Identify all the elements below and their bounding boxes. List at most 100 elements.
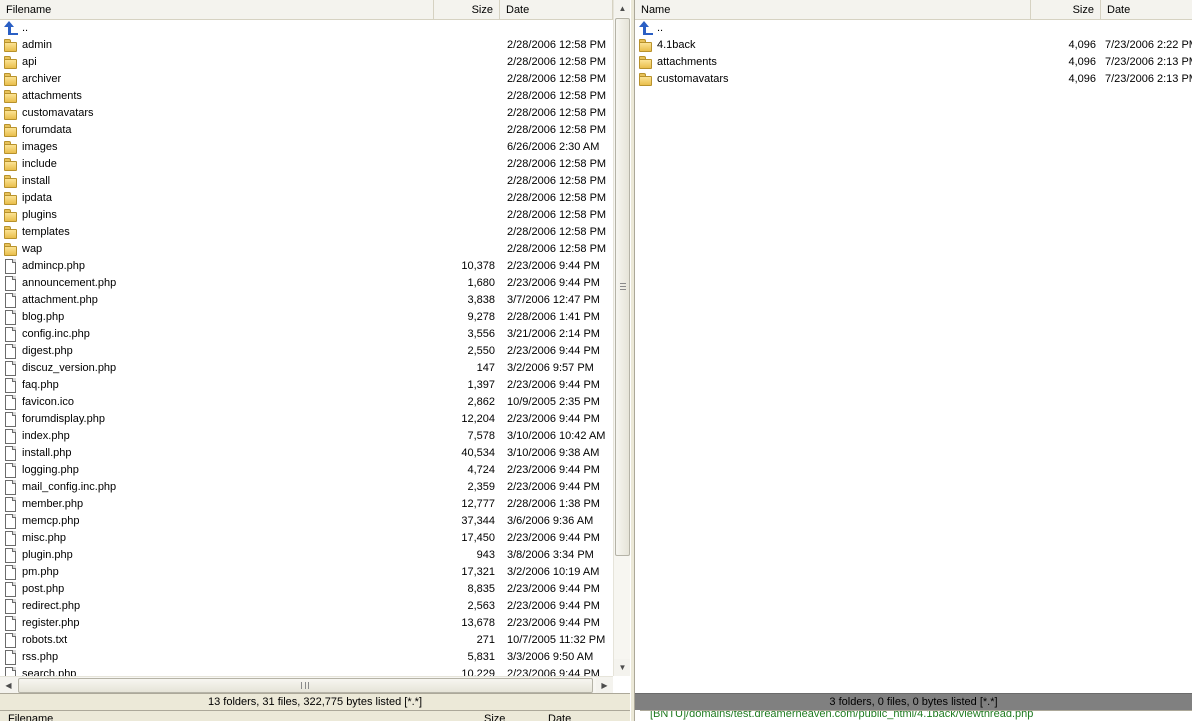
file-row[interactable]: pm.php 17,321 3/2/2006 10:19 AM xyxy=(0,564,613,581)
folder-row[interactable]: ipdata 2/28/2006 12:58 PM xyxy=(0,190,613,207)
file-icon xyxy=(3,446,19,461)
item-size: 3,556 xyxy=(467,328,495,340)
item-name: admincp.php xyxy=(22,260,85,272)
file-row[interactable]: misc.php 17,450 2/23/2006 9:44 PM xyxy=(0,530,613,547)
file-row[interactable]: mail_config.inc.php 2,359 2/23/2006 9:44 P… xyxy=(0,479,613,496)
item-date: 3/10/2006 10:42 AM xyxy=(507,430,606,442)
local-header-size[interactable]: Size xyxy=(434,0,500,20)
folder-row[interactable]: customavatars 4,096 7/23/2006 2:13 PM xyxy=(635,71,1192,88)
scroll-thumb[interactable] xyxy=(615,18,630,556)
item-size: 12,777 xyxy=(461,498,495,510)
file-row[interactable]: redirect.php 2,563 2/23/2006 9:44 PM xyxy=(0,598,613,615)
scroll-left-button[interactable]: ◀ xyxy=(0,677,17,694)
file-row[interactable]: index.php 7,578 3/10/2006 10:42 AM xyxy=(0,428,613,445)
folder-icon xyxy=(638,72,654,87)
folder-row[interactable]: customavatars 2/28/2006 12:58 PM xyxy=(0,105,613,122)
item-name: api xyxy=(22,56,37,68)
folder-icon xyxy=(3,106,19,121)
item-date: 2/23/2006 9:44 PM xyxy=(507,617,600,629)
file-icon xyxy=(3,599,19,614)
file-row[interactable]: admincp.php 10,378 2/23/2006 9:44 PM xyxy=(0,258,613,275)
local-horizontal-scrollbar[interactable]: ◀ ▶ xyxy=(0,676,613,694)
folder-row[interactable]: forumdata 2/28/2006 12:58 PM xyxy=(0,122,613,139)
folder-row[interactable]: attachments 4,096 7/23/2006 2:13 PM xyxy=(635,54,1192,71)
file-row[interactable]: rss.php 5,831 3/3/2006 9:50 AM xyxy=(0,649,613,666)
file-row[interactable]: memcp.php 37,344 3/6/2006 9:36 AM xyxy=(0,513,613,530)
folder-row[interactable]: attachments 2/28/2006 12:58 PM xyxy=(0,88,613,105)
item-date: 2/28/2006 12:58 PM xyxy=(507,90,607,102)
file-row[interactable]: register.php 13,678 2/23/2006 9:44 PM xyxy=(0,615,613,632)
scroll-up-button[interactable]: ▲ xyxy=(614,0,630,17)
folder-row[interactable]: api 2/28/2006 12:58 PM xyxy=(0,54,613,71)
remote-file-pane[interactable]: Name Size Date .. 4.1back 4,096 7/23/2006 2… xyxy=(635,0,1192,721)
folder-icon xyxy=(3,140,19,155)
scroll-right-button[interactable]: ▶ xyxy=(596,677,613,694)
remote-header-date[interactable]: Date xyxy=(1101,0,1192,20)
file-icon xyxy=(3,429,19,444)
folder-row[interactable]: 4.1back 4,096 7/23/2006 2:22 PM xyxy=(635,37,1192,54)
file-row[interactable]: discuz_version.php 147 3/2/2006 9:57 PM xyxy=(0,360,613,377)
file-row[interactable]: favicon.ico 2,862 10/9/2005 2:35 PM xyxy=(0,394,613,411)
file-row[interactable]: plugin.php 943 3/8/2006 3:34 PM xyxy=(0,547,613,564)
item-date: 3/21/2006 2:14 PM xyxy=(507,328,600,340)
folder-icon xyxy=(3,225,19,240)
item-date: 2/28/2006 1:38 PM xyxy=(507,498,600,510)
folder-row[interactable]: archiver 2/28/2006 12:58 PM xyxy=(0,71,613,88)
folder-row[interactable]: images 6/26/2006 2:30 AM xyxy=(0,139,613,156)
parent-directory-row[interactable]: .. xyxy=(0,20,613,37)
item-date: 3/3/2006 9:50 AM xyxy=(507,651,594,663)
local-vertical-scrollbar[interactable]: ▲ ▼ xyxy=(613,0,630,676)
scroll-down-button[interactable]: ▼ xyxy=(614,659,630,676)
file-row[interactable]: post.php 8,835 2/23/2006 9:44 PM xyxy=(0,581,613,598)
item-size: 2,862 xyxy=(467,396,495,408)
file-row[interactable]: member.php 12,777 2/28/2006 1:38 PM xyxy=(0,496,613,513)
folder-row[interactable]: include 2/28/2006 12:58 PM xyxy=(0,156,613,173)
file-row[interactable]: forumdisplay.php 12,204 2/23/2006 9:44 PM xyxy=(0,411,613,428)
parent-directory-row[interactable]: .. xyxy=(635,20,1192,37)
folder-row[interactable]: templates 2/28/2006 12:58 PM xyxy=(0,224,613,241)
folder-row[interactable]: plugins 2/28/2006 12:58 PM xyxy=(0,207,613,224)
file-row[interactable]: faq.php 1,397 2/23/2006 9:44 PM xyxy=(0,377,613,394)
parent-directory-icon xyxy=(3,21,19,36)
item-name: templates xyxy=(22,226,70,238)
file-row[interactable]: logging.php 4,724 2/23/2006 9:44 PM xyxy=(0,462,613,479)
item-size: 2,563 xyxy=(467,600,495,612)
local-header-filename[interactable]: Filename xyxy=(0,0,434,20)
folder-icon xyxy=(3,38,19,53)
local-file-pane[interactable]: Filename Size Date .. admin 2/28/2006 12:5… xyxy=(0,0,630,721)
folder-row[interactable]: wap 2/28/2006 12:58 PM xyxy=(0,241,613,258)
remote-header-name[interactable]: Name xyxy=(635,0,1031,20)
item-name: plugin.php xyxy=(22,549,73,561)
file-icon xyxy=(3,531,19,546)
file-icon xyxy=(3,548,19,563)
file-row[interactable]: blog.php 9,278 2/28/2006 1:41 PM xyxy=(0,309,613,326)
remote-header-size[interactable]: Size xyxy=(1031,0,1101,20)
file-row[interactable]: config.inc.php 3,556 3/21/2006 2:14 PM xyxy=(0,326,613,343)
item-name: faq.php xyxy=(22,379,59,391)
file-row[interactable]: attachment.php 3,838 3/7/2006 12:47 PM xyxy=(0,292,613,309)
item-name: discuz_version.php xyxy=(22,362,117,374)
item-date: 3/6/2006 9:36 AM xyxy=(507,515,594,527)
item-name: redirect.php xyxy=(22,600,81,612)
item-size: 2,359 xyxy=(467,481,495,493)
item-name: blog.php xyxy=(22,311,65,323)
item-name: pm.php xyxy=(22,566,59,578)
folder-icon xyxy=(3,55,19,70)
remote-file-list[interactable]: .. 4.1back 4,096 7/23/2006 2:22 PM attachmen… xyxy=(635,20,1192,88)
folder-row[interactable]: install 2/28/2006 12:58 PM xyxy=(0,173,613,190)
item-size: 8,835 xyxy=(467,583,495,595)
item-date: 2/28/2006 12:58 PM xyxy=(507,226,607,238)
hscroll-thumb[interactable] xyxy=(18,678,593,693)
file-row[interactable]: robots.txt 271 10/7/2005 11:32 PM xyxy=(0,632,613,649)
file-row[interactable]: install.php 40,534 3/10/2006 9:38 AM xyxy=(0,445,613,462)
item-date: 2/28/2006 1:41 PM xyxy=(507,311,600,323)
file-icon xyxy=(3,395,19,410)
item-size: 7,578 xyxy=(467,430,495,442)
item-name: rss.php xyxy=(22,651,59,663)
folder-icon xyxy=(3,208,19,223)
local-file-list[interactable]: .. admin 2/28/2006 12:58 PM api 2/28/2006 12… xyxy=(0,20,613,683)
folder-row[interactable]: admin 2/28/2006 12:58 PM xyxy=(0,37,613,54)
file-row[interactable]: announcement.php 1,680 2/23/2006 9:44 PM xyxy=(0,275,613,292)
file-row[interactable]: digest.php 2,550 2/23/2006 9:44 PM xyxy=(0,343,613,360)
local-header-date[interactable]: Date xyxy=(500,0,613,20)
